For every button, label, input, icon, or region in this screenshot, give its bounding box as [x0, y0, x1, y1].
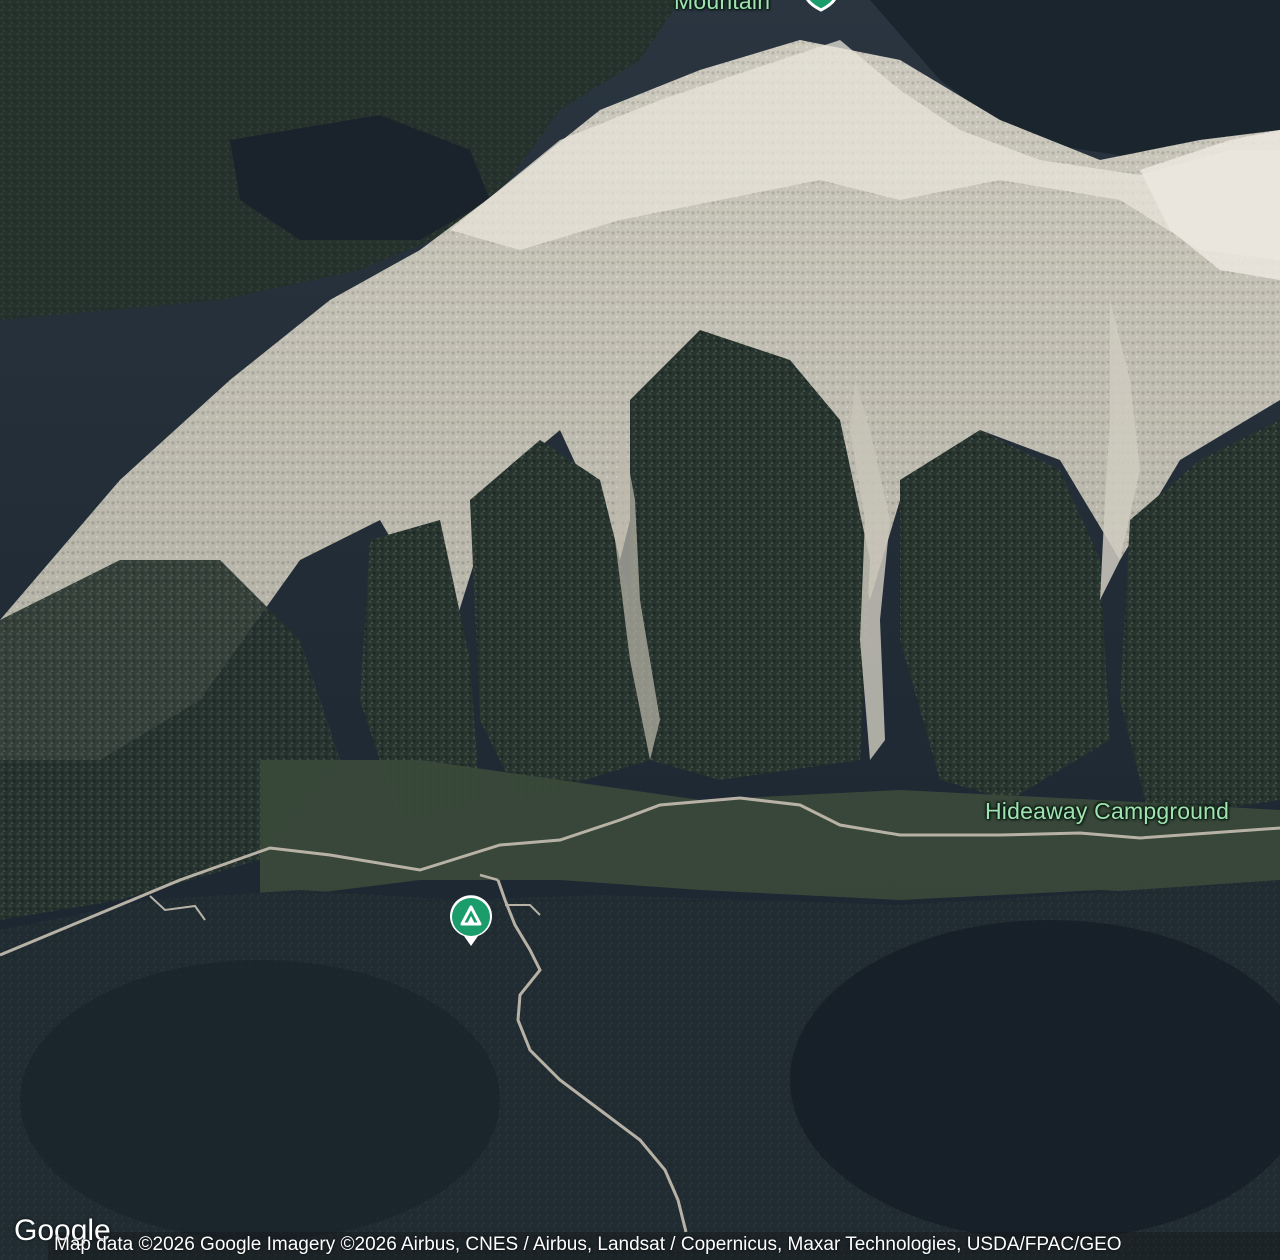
mountain-label[interactable]: Mountain: [674, 0, 770, 15]
satellite-map[interactable]: Mountain Hideaway Campground Google Map …: [0, 0, 1280, 1260]
map-attribution[interactable]: Map data ©2026 Google Imagery ©2026 Airb…: [54, 1234, 1122, 1256]
hideaway-campground-label[interactable]: Hideaway Campground: [985, 798, 1229, 825]
campground-pin[interactable]: [448, 894, 494, 948]
satellite-terrain: [0, 0, 1280, 1260]
map-pin-top[interactable]: [803, 0, 839, 12]
